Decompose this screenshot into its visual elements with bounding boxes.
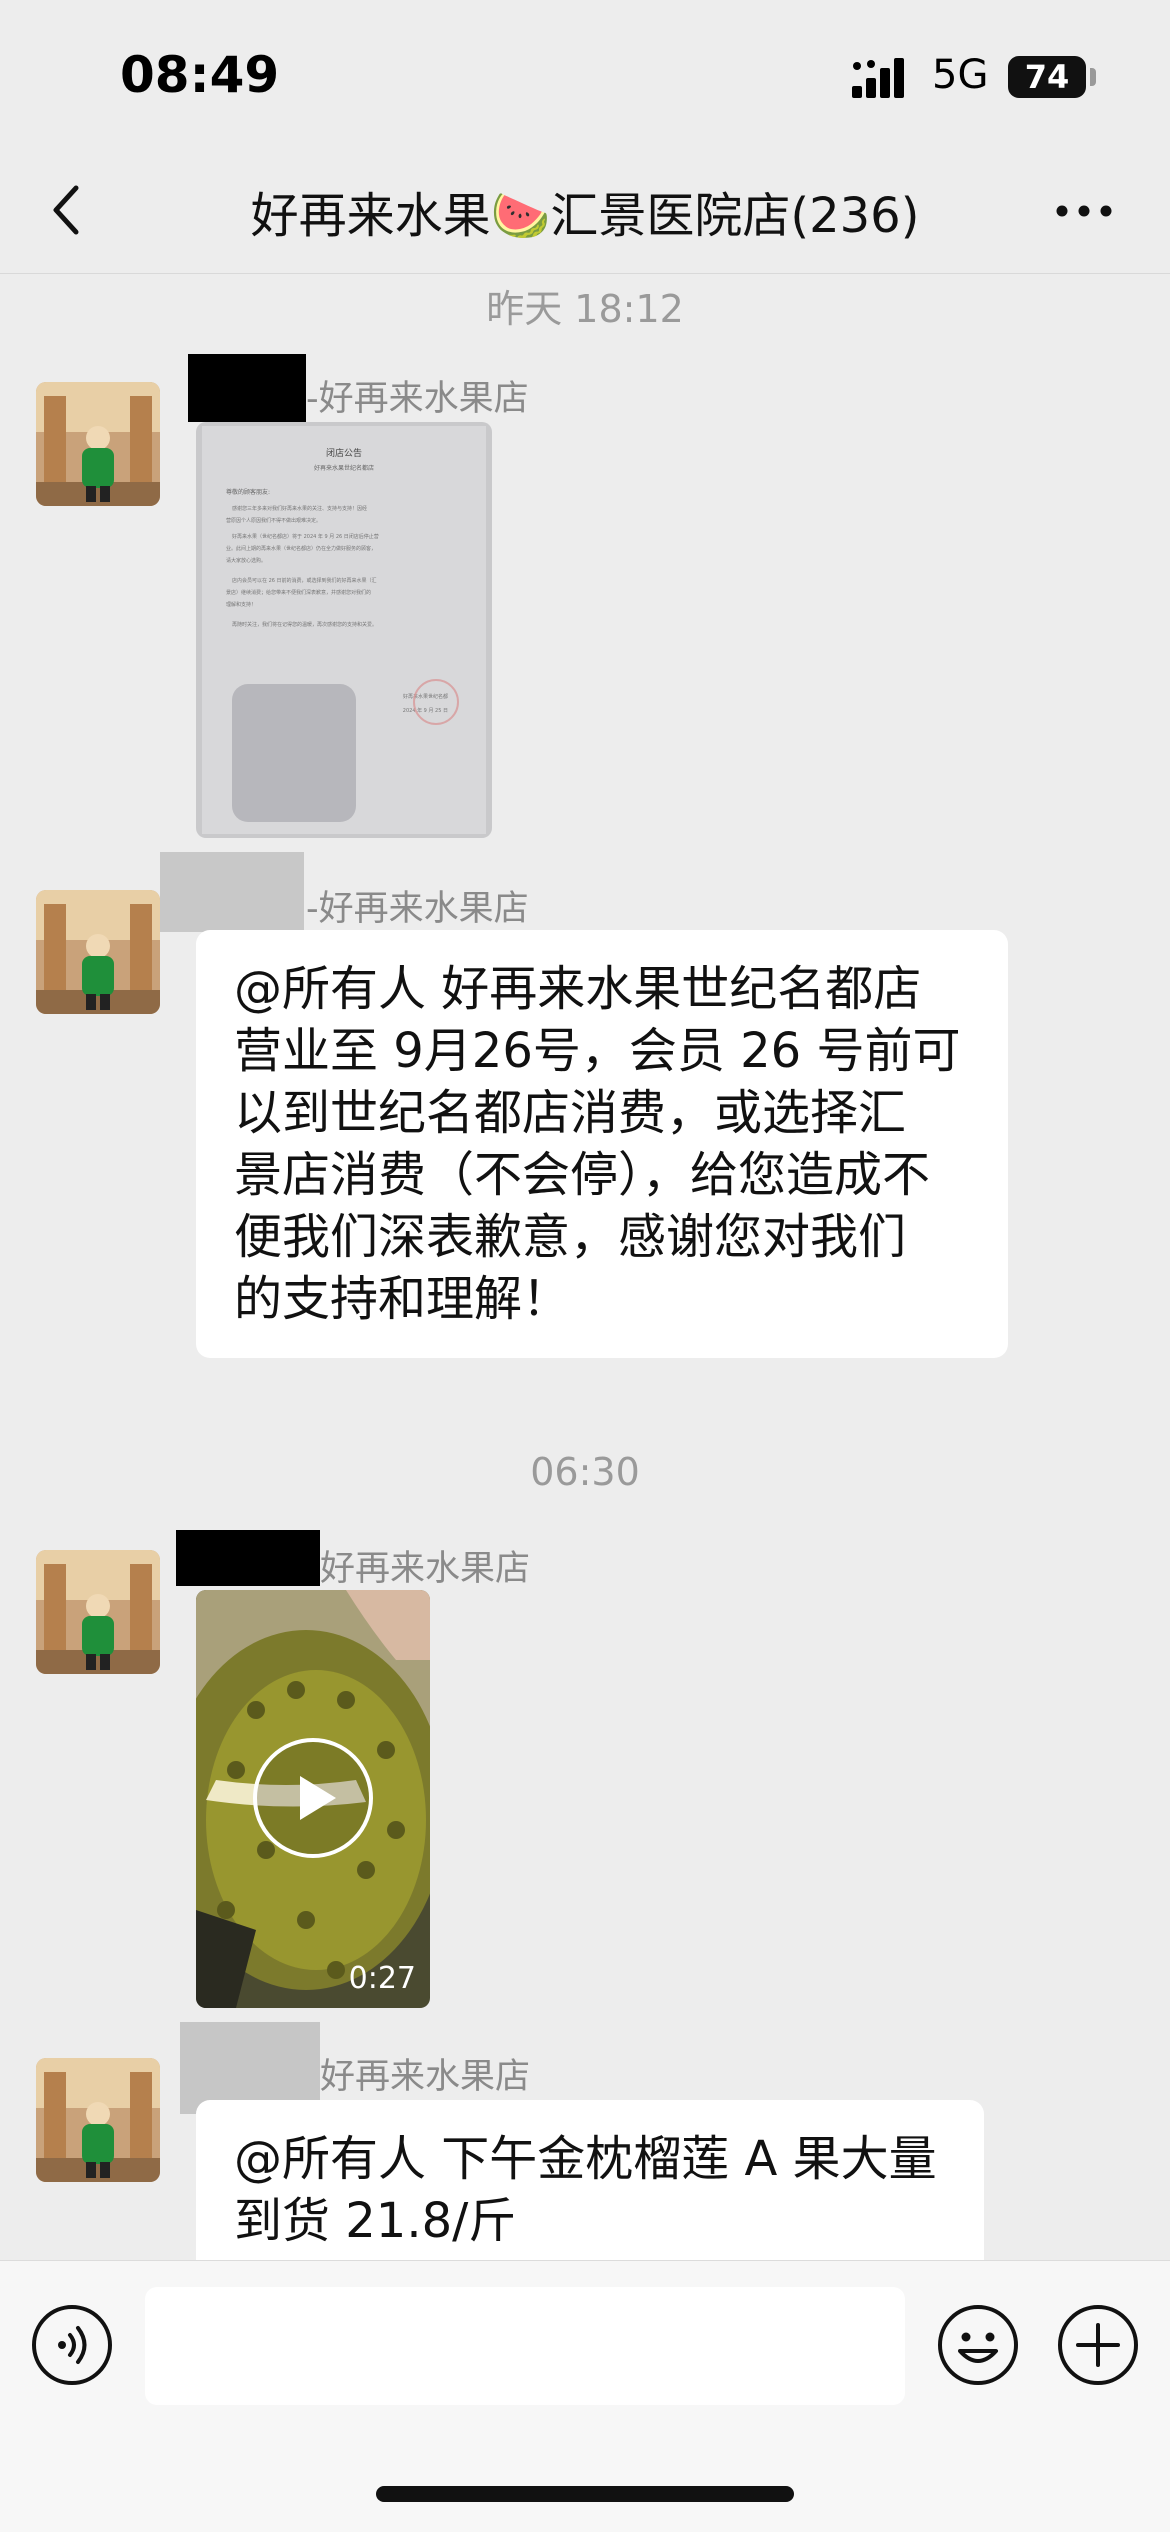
redacted-name (160, 852, 304, 932)
doc-line: 再随时关注，我们将在记得您的温暖，再次感谢您的支持和关爱。 (232, 621, 377, 628)
voice-icon[interactable] (30, 2303, 114, 2387)
doc-subtitle: 好再来水果世纪名都店 (314, 464, 374, 472)
doc-date: 2024 年 9 月 25 日 (403, 707, 448, 714)
message-bubble[interactable]: @所有人 下午金枕榴莲 A 果大量 到货 21.8/斤 (196, 2100, 984, 2260)
sender-name: -好再来水果店 (306, 379, 529, 419)
avatar-image (36, 2058, 160, 2182)
doc-line: 景店）继续消费；给您带来不便我们深表歉意，并感谢您对我们的 (226, 589, 371, 596)
network-type: 5G (932, 52, 989, 98)
message-input[interactable] (145, 2287, 905, 2405)
doc-line: 店内会员可以在 26 日前的消费，或选择到我们的好再来水果（汇 (232, 577, 377, 584)
sender-name: 好再来水果店 (320, 1549, 531, 1589)
doc-line: 业。此间上期的再来水果（世纪名都店）仍在全力做好服务的顾客， (226, 545, 376, 552)
message-bubble[interactable]: @所有人 好再来水果世纪名都店 营业至 9月26号，会员 26 号前可 以到世纪… (196, 930, 1008, 1358)
sender-name: 好再来水果店 (320, 2057, 531, 2097)
avatar[interactable] (36, 1550, 160, 1674)
nav-bar: 好再来水果🍉汇景医院店(236) (0, 150, 1170, 274)
battery-cap (1090, 68, 1096, 86)
doc-line: 理解和支持！ (226, 601, 256, 608)
home-indicator (376, 2486, 794, 2502)
sender-name: -好再来水果店 (306, 889, 529, 929)
image-message[interactable]: 闭店公告 好再来水果世纪名都店 尊敬的顾客朋友: 感谢您三年多来对我们好再来水果… (196, 422, 492, 838)
status-time: 08:49 (120, 46, 280, 104)
blur-region (232, 684, 356, 822)
status-bar: 08:49 5G 74 (0, 0, 1170, 150)
message-line: 以到世纪名都店消费，或选择汇 (234, 1085, 907, 1141)
back-icon[interactable] (40, 180, 100, 240)
emoji-icon[interactable] (936, 2303, 1020, 2387)
doc-line: 请大家放心选购。 (226, 557, 266, 564)
video-message[interactable]: 0:27 (196, 1590, 430, 2008)
redacted-name (176, 1530, 320, 1586)
message-line: @所有人 好再来水果世纪名都店 (234, 961, 922, 1017)
redacted-name (188, 354, 306, 422)
timestamp: 06:30 (530, 1450, 640, 1494)
avatar-image (36, 1550, 160, 1674)
doc-line: 营原因个人原因我们不得不做出艰难决定。 (226, 517, 321, 524)
message-line: 景店消费（不会停），给您造成不 (234, 1147, 931, 1203)
avatar[interactable] (36, 2058, 160, 2182)
video-thumbnail (196, 1590, 430, 2008)
avatar-image (36, 382, 160, 506)
doc-greeting: 尊敬的顾客朋友: (226, 488, 270, 496)
message-line: @所有人 下午金枕榴莲 A 果大量 (234, 2131, 937, 2187)
chat-title: 好再来水果🍉汇景医院店(236) (250, 188, 920, 244)
message-line: 的支持和理解！ (234, 1271, 571, 1327)
timestamp: 昨天 18:12 (486, 287, 684, 331)
avatar[interactable] (36, 382, 160, 506)
battery-icon: 74 (1008, 56, 1086, 98)
message-line: 便我们深表歉意，感谢您对我们 (234, 1209, 907, 1265)
doc-line: 好再来水果（世纪名都店）将于 2024 年 9 月 26 日闭店后停止营 (232, 533, 379, 540)
message-line: 营业至 9月26号，会员 26 号前可 (234, 1023, 961, 1079)
doc-line: 感谢您三年多来对我们好再来水果的关注、支持与支持！因经 (232, 505, 367, 512)
notice-document: 闭店公告 好再来水果世纪名都店 尊敬的顾客朋友: 感谢您三年多来对我们好再来水果… (196, 422, 492, 838)
video-duration: 0:27 (348, 1961, 416, 1996)
plus-icon[interactable] (1056, 2303, 1140, 2387)
message-line: 到货 21.8/斤 (234, 2193, 517, 2249)
avatar-image (36, 890, 160, 1014)
more-icon[interactable] (1054, 196, 1114, 226)
chat-area[interactable]: 昨天 18:12 -好再来水果店 闭店公告 好再来水果世纪名都店 尊敬的顾客朋友… (0, 274, 1170, 2260)
doc-title: 闭店公告 (326, 447, 362, 459)
avatar[interactable] (36, 890, 160, 1014)
doc-signature: 好再来水果世纪名都 (403, 693, 448, 700)
signal-icon (852, 58, 904, 98)
